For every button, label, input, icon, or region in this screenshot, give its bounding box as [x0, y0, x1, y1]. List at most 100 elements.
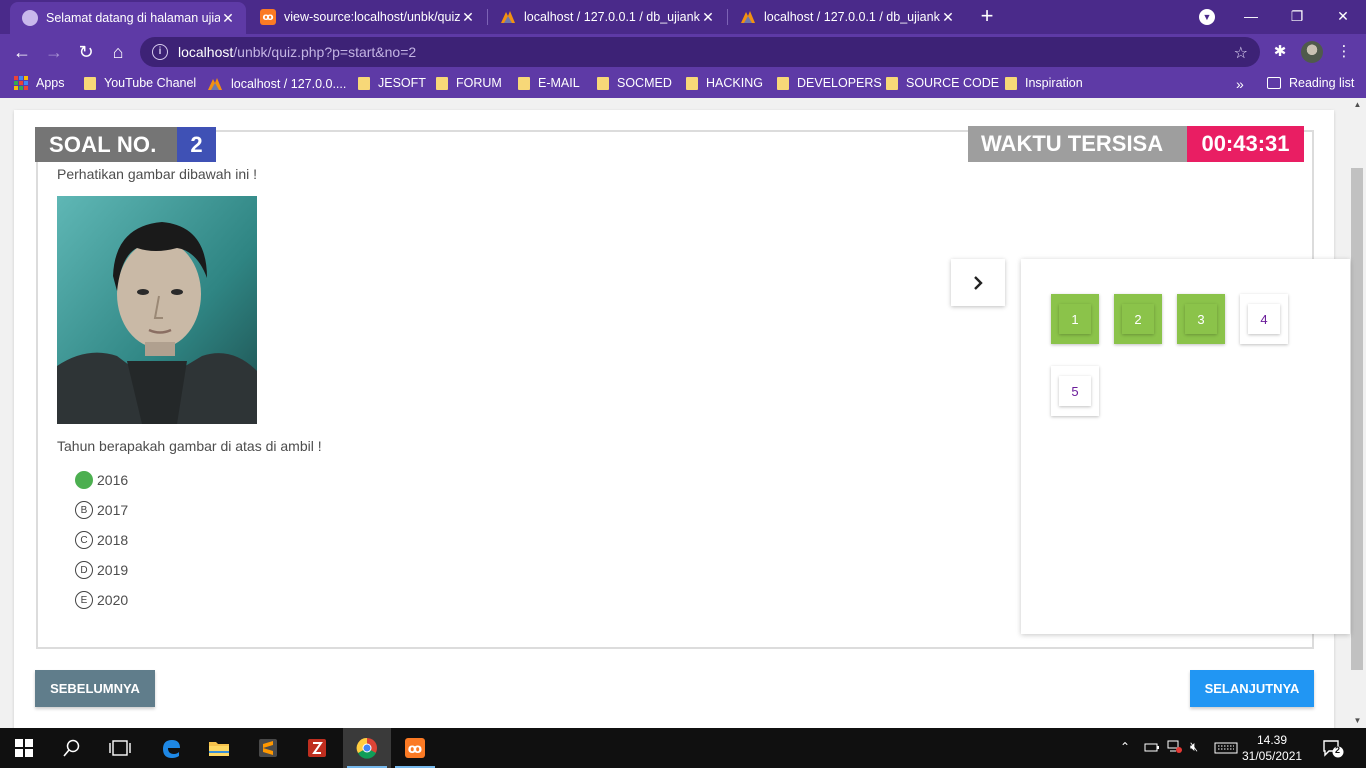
tab-search-icon[interactable]: ▼	[1199, 9, 1215, 25]
question-nav-number: 3	[1185, 304, 1217, 334]
reading-list-button[interactable]: Reading list	[1267, 76, 1354, 90]
close-icon[interactable]: ✕	[700, 9, 716, 26]
network-icon[interactable]	[1167, 740, 1183, 754]
question-nav-2[interactable]: 2	[1114, 294, 1162, 344]
bookmark-label: FORUM	[456, 76, 502, 90]
address-bar[interactable]: i localhost/unbk/quiz.php?p=start&no=2 ☆	[140, 37, 1260, 67]
profile-avatar[interactable]	[1301, 41, 1323, 63]
bookmark-jesoft[interactable]: JESOFT	[358, 76, 426, 90]
search-button[interactable]	[48, 728, 96, 768]
taskbar-edge[interactable]	[147, 728, 195, 768]
bookmark-label: DEVELOPERS	[797, 76, 882, 90]
home-icon[interactable]: ⌂	[104, 38, 132, 66]
answer-option-c[interactable]: C 2018	[75, 531, 128, 549]
tab-title: localhost / 127.0.0.1 / db_ujianku	[764, 10, 940, 24]
extensions-icon[interactable]: ✱	[1270, 42, 1290, 62]
forward-arrow-icon[interactable]: →	[40, 38, 68, 66]
chrome-icon	[356, 737, 377, 759]
task-view-icon	[109, 740, 131, 756]
radio-letter-icon[interactable]: B	[75, 501, 93, 519]
bookmark-source-code[interactable]: SOURCE CODE	[886, 76, 999, 90]
start-button[interactable]	[0, 728, 48, 768]
tab-phpmyadmin-1[interactable]: localhost / 127.0.0.1 / db_ujianku ✕	[488, 0, 726, 34]
clock-time: 14.39	[1256, 733, 1288, 747]
next-button[interactable]: SELANJUTNYA	[1190, 670, 1314, 707]
edge-icon	[163, 740, 180, 758]
keyboard-icon[interactable]	[1214, 742, 1238, 754]
task-view-button[interactable]	[96, 728, 144, 768]
option-label: 2016	[97, 472, 129, 488]
taskbar-filezilla[interactable]	[293, 728, 341, 768]
radio-letter-icon[interactable]: C	[75, 531, 93, 549]
tab-quiz[interactable]: Selamat datang di halaman ujian ✕	[10, 2, 246, 34]
scroll-down-icon[interactable]: ▼	[1352, 714, 1363, 728]
bookmark-hacking[interactable]: HACKING	[686, 76, 763, 90]
apps-grid-icon	[14, 76, 28, 90]
phpmyadmin-icon	[740, 9, 756, 25]
bookmark-developers[interactable]: DEVELOPERS	[777, 76, 882, 90]
answer-option-d[interactable]: D 2019	[75, 561, 128, 579]
question-photo	[57, 196, 257, 424]
bookmark-socmed[interactable]: SOCMED	[597, 76, 672, 90]
notification-icon	[1323, 740, 1344, 758]
close-icon[interactable]: ✕	[940, 9, 956, 26]
bookmark-forum[interactable]: FORUM	[436, 76, 502, 90]
toggle-navigation-button[interactable]	[951, 259, 1005, 306]
folder-icon	[358, 76, 370, 90]
notification-center-button[interactable]: 2	[1322, 738, 1346, 758]
previous-button[interactable]: SEBELUMNYA	[35, 670, 155, 707]
scroll-thumb[interactable]	[1351, 168, 1363, 670]
taskbar-sublime[interactable]	[244, 728, 292, 768]
svg-text:ꝏ: ꝏ	[408, 742, 422, 757]
time-remaining-label: WAKTU TERSISA	[968, 126, 1187, 162]
question-nav-1[interactable]: 1	[1051, 294, 1099, 344]
answer-option-a[interactable]: A 2016	[75, 471, 128, 489]
browser-toolbar: ← → ↻ ⌂ i localhost/unbk/quiz.php?p=star…	[0, 34, 1366, 70]
tab-view-source[interactable]: ꝏ view-source:localhost/unbk/quiz. ✕	[248, 0, 486, 34]
minimize-button[interactable]: —	[1228, 0, 1274, 32]
reload-icon[interactable]: ↻	[72, 38, 100, 66]
page-scrollbar[interactable]: ▲ ▼	[1349, 98, 1366, 728]
globe-icon	[22, 10, 38, 26]
phpmyadmin-icon	[207, 76, 223, 92]
battery-icon[interactable]	[1144, 741, 1160, 753]
bookmark-email[interactable]: E-MAIL	[518, 76, 580, 90]
bookmark-localhost[interactable]: localhost / 127.0.0....	[207, 76, 346, 92]
menu-kebab-icon[interactable]: ⋮	[1334, 42, 1354, 62]
tab-title: localhost / 127.0.0.1 / db_ujianku	[524, 10, 700, 24]
taskbar-xampp[interactable]: ꝏ	[391, 728, 439, 768]
option-label: 2020	[97, 592, 129, 608]
taskbar-chrome[interactable]	[343, 728, 391, 768]
question-nav-4[interactable]: 4	[1240, 294, 1288, 344]
clock-date: 31/05/2021	[1242, 749, 1303, 763]
speaker-muted-icon[interactable]: 🔇︎	[1190, 739, 1198, 755]
tab-phpmyadmin-2[interactable]: localhost / 127.0.0.1 / db_ujianku ✕	[728, 0, 966, 34]
folder-icon	[597, 76, 609, 90]
bookmark-inspiration[interactable]: Inspiration	[1005, 76, 1083, 90]
folder-icon	[886, 76, 898, 90]
bookmark-label: SOURCE CODE	[906, 76, 1000, 90]
close-window-button[interactable]: ✕	[1320, 0, 1366, 32]
chevron-up-icon[interactable]: ⌃	[1120, 740, 1130, 754]
site-info-icon[interactable]: i	[152, 44, 168, 60]
close-icon[interactable]: ✕	[460, 9, 476, 26]
folder-icon	[777, 76, 789, 90]
restore-button[interactable]: ❐	[1274, 0, 1320, 32]
more-bookmarks-button[interactable]: »	[1236, 76, 1244, 92]
answer-option-b[interactable]: B 2017	[75, 501, 128, 519]
close-icon[interactable]: ✕	[220, 10, 236, 27]
bookmark-youtube-chanel[interactable]: YouTube Chanel	[84, 76, 196, 90]
radio-letter-icon[interactable]: D	[75, 561, 93, 579]
question-nav-3[interactable]: 3	[1177, 294, 1225, 344]
question-nav-5[interactable]: 5	[1051, 366, 1099, 416]
answer-option-e[interactable]: E 2020	[75, 591, 128, 609]
scroll-up-icon[interactable]: ▲	[1352, 98, 1363, 112]
radio-selected-icon[interactable]: A	[75, 471, 93, 489]
new-tab-button[interactable]: +	[976, 5, 998, 28]
bookmark-apps[interactable]: Apps	[14, 76, 65, 90]
back-arrow-icon[interactable]: ←	[8, 38, 36, 66]
taskbar-file-explorer[interactable]	[195, 728, 243, 768]
taskbar-clock[interactable]: 14.39 31/05/2021	[1242, 732, 1302, 764]
bookmark-star-icon[interactable]: ☆	[1234, 43, 1248, 63]
radio-letter-icon[interactable]: E	[75, 591, 93, 609]
